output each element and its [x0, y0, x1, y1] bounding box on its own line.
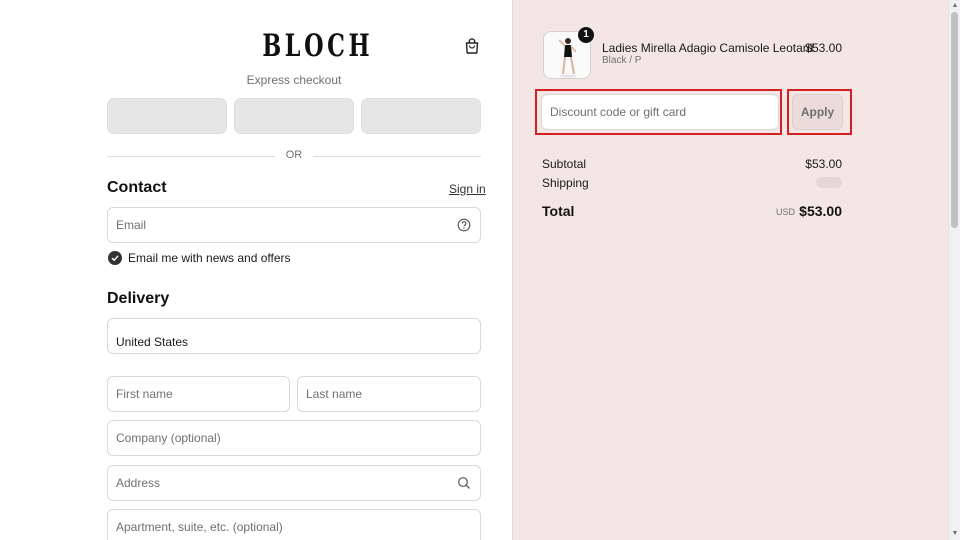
page-scrollbar[interactable]: ▲ ▼: [948, 0, 960, 540]
question-circle-icon[interactable]: [457, 218, 471, 232]
company-field[interactable]: [107, 420, 481, 456]
email-field[interactable]: [107, 207, 481, 243]
first-name-input[interactable]: [108, 377, 289, 411]
divider-line-right: [313, 156, 481, 157]
brand-logo[interactable]: BLOCH: [262, 28, 369, 64]
shipping-value-placeholder: [816, 177, 842, 188]
search-icon[interactable]: [457, 476, 471, 490]
company-input[interactable]: [108, 421, 480, 455]
checkout-main-panel: BLOCH Express checkout OR Contact Sign i…: [0, 0, 512, 540]
last-name-field[interactable]: [297, 376, 481, 412]
country-select[interactable]: United States: [107, 318, 481, 354]
last-name-input[interactable]: [298, 377, 480, 411]
total-value: $53.00: [799, 203, 842, 219]
order-summary-panel: [512, 0, 948, 540]
sign-in-link[interactable]: Sign in: [449, 182, 486, 196]
express-pay-button-1[interactable]: [107, 98, 227, 134]
address-input[interactable]: [108, 466, 480, 500]
or-label: OR: [285, 149, 303, 161]
shipping-label: Shipping: [542, 176, 589, 190]
first-name-field[interactable]: [107, 376, 290, 412]
apartment-field[interactable]: [107, 509, 481, 540]
express-pay-button-3[interactable]: [361, 98, 481, 134]
subtotal-value: $53.00: [805, 157, 842, 171]
apply-highlight-outline: [787, 89, 852, 135]
express-checkout-label: Express checkout: [246, 73, 342, 87]
address-field[interactable]: [107, 465, 481, 501]
check-icon: [111, 255, 119, 262]
delivery-title: Delivery: [107, 290, 170, 307]
subtotal-label: Subtotal: [542, 157, 587, 171]
total-label: Total: [542, 203, 575, 219]
scroll-down-arrow-icon[interactable]: ▼: [951, 530, 959, 538]
contact-title: Contact: [107, 179, 167, 196]
express-pay-button-2[interactable]: [234, 98, 354, 134]
scrollbar-thumb[interactable]: [951, 12, 958, 228]
discount-highlight-outline: [535, 89, 782, 135]
product-name: Ladies Mirella Adagio Camisole Leotard: [602, 41, 814, 55]
quantity-badge: 1: [578, 27, 594, 43]
product-price: $53.00: [805, 41, 842, 55]
country-value: United States: [116, 335, 189, 349]
newsletter-label: Email me with news and offers: [128, 251, 291, 265]
newsletter-checkbox[interactable]: [108, 251, 122, 265]
apartment-input[interactable]: [108, 510, 480, 540]
shopping-bag-icon[interactable]: [463, 37, 481, 55]
scroll-up-arrow-icon[interactable]: ▲: [951, 2, 959, 10]
email-input[interactable]: [108, 208, 480, 242]
product-variant: Black / P: [602, 55, 642, 66]
or-divider: OR: [107, 149, 481, 163]
